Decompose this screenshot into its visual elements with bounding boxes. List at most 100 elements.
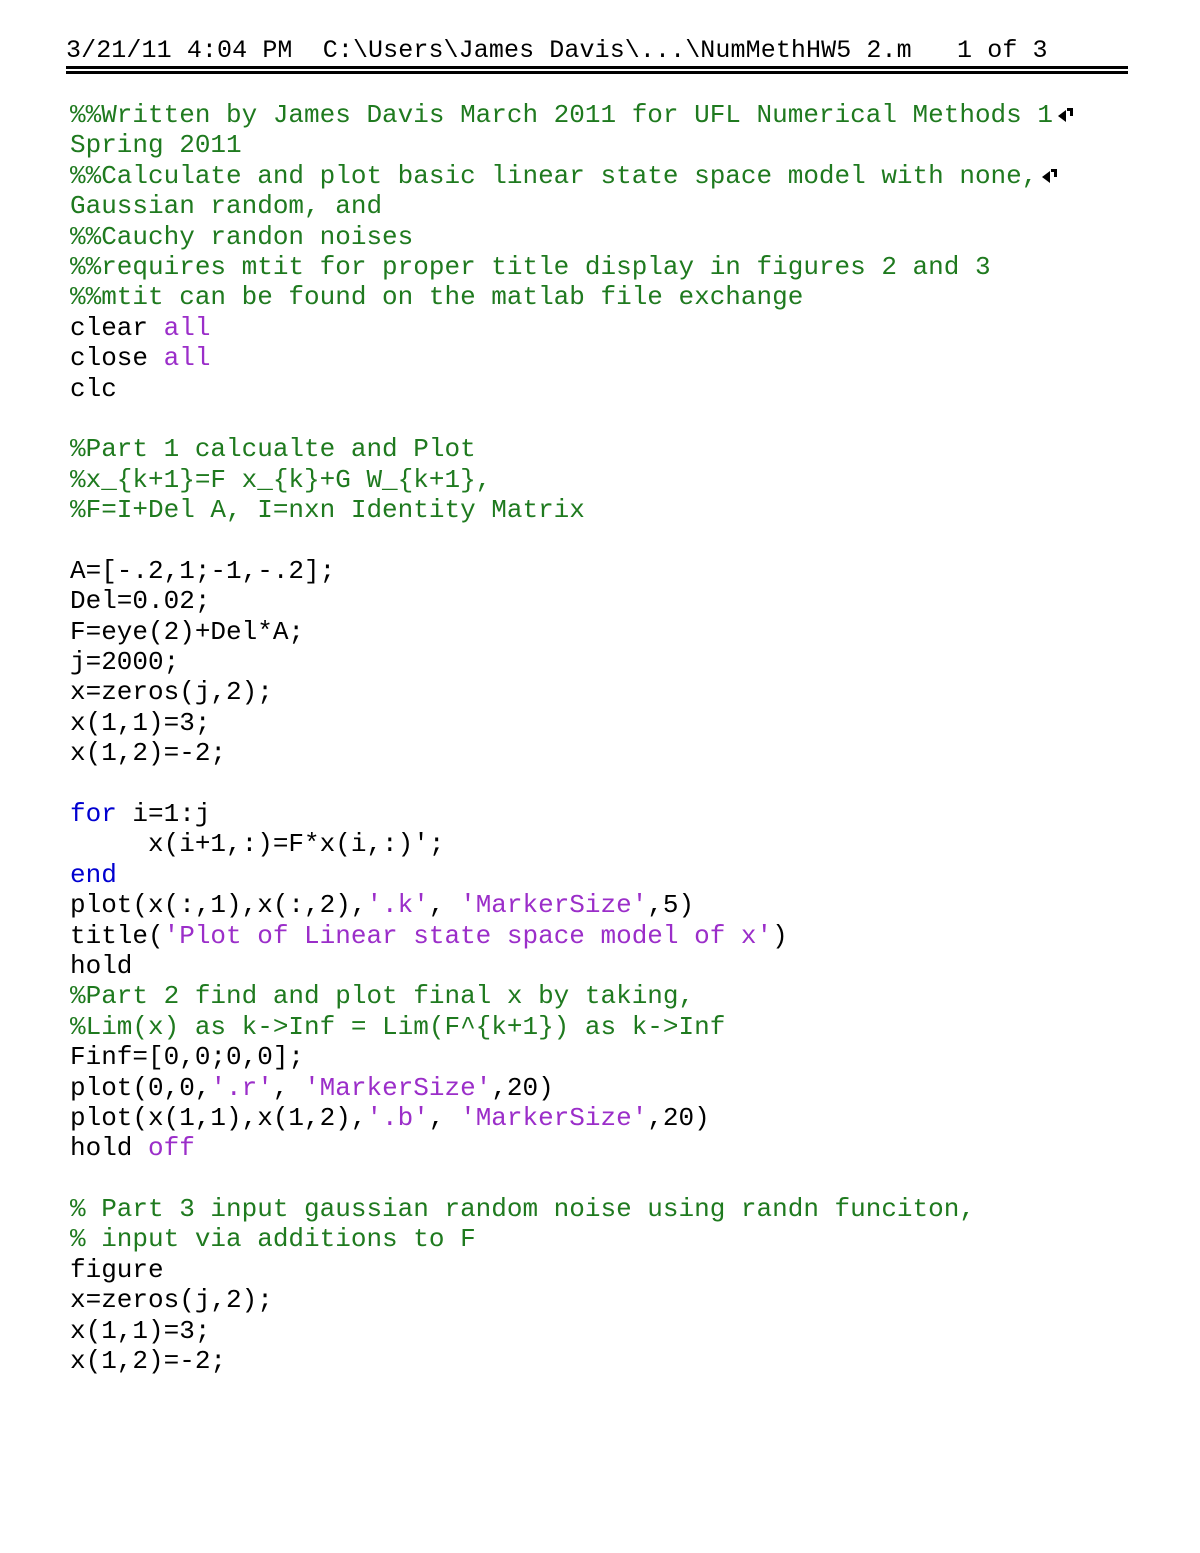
code-token-plain: , [428, 890, 461, 921]
code-token-comment: %%Calculate and plot basic linear state … [70, 160, 1038, 191]
header-divider-rule [66, 66, 1128, 74]
code-line: x=zeros(j,2); [70, 677, 1180, 707]
code-line: Del=0.02; [70, 586, 1180, 616]
code-line: end [70, 860, 1180, 890]
code-token-plain: ) [772, 920, 788, 951]
code-listing: %%Written by James Davis March 2011 for … [70, 100, 1180, 1376]
header-text: 3/21/11 4:04 PM C:\Users\James Davis\...… [66, 36, 1048, 65]
code-token-plain: Del=0.02; [70, 586, 211, 617]
code-token-plain: hold [70, 950, 133, 981]
code-line: x(1,1)=3; [70, 1316, 1180, 1346]
code-token-plain: j=2000; [70, 647, 180, 678]
code-line: figure [70, 1255, 1180, 1285]
code-token-plain: ,5) [647, 890, 695, 921]
code-token-plain: x(1,2)=-2; [70, 738, 227, 769]
code-token-plain: clc [70, 373, 117, 404]
code-token-comment: %x_{k+1}=F x_{k}+G W_{k+1}, [70, 464, 492, 495]
code-token-plain: figure [70, 1254, 164, 1285]
code-token-plain: x(i+1,:)=F*x(i,:)'; [70, 829, 445, 860]
code-token-string: 'Plot of Linear state space model of x' [163, 920, 773, 951]
code-token-plain: x(1,2)=-2; [70, 1346, 227, 1377]
code-token-plain: hold [70, 1133, 149, 1164]
code-token-comment: Gaussian random, and [70, 191, 383, 222]
code-token-keyword: for [70, 798, 117, 829]
code-token-comment: %%requires mtit for proper title display… [70, 251, 991, 282]
code-line: title('Plot of Linear state space model … [70, 921, 1180, 951]
code-line: plot(x(:,1),x(:,2),'.k', 'MarkerSize',5) [70, 890, 1180, 920]
code-line: j=2000; [70, 647, 1180, 677]
code-line: plot(0,0,'.r', 'MarkerSize',20) [70, 1073, 1180, 1103]
code-line: %%mtit can be found on the matlab file e… [70, 282, 1180, 312]
code-line: Gaussian random, and [70, 191, 1180, 221]
code-token-plain: ,20) [647, 1102, 710, 1133]
code-line: plot(x(1,1),x(1,2),'.b', 'MarkerSize',20… [70, 1103, 1180, 1133]
code-token-plain: , [272, 1072, 305, 1103]
code-line: % Part 3 input gaussian random noise usi… [70, 1194, 1180, 1224]
code-line: %Part 2 find and plot final x by taking, [70, 981, 1180, 1011]
code-token-comment: %%Written by James Davis March 2011 for … [70, 100, 1053, 130]
code-token-plain: title( [70, 920, 164, 951]
code-token-plain: , [428, 1102, 461, 1133]
printed-code-page: 3/21/11 4:04 PM C:\Users\James Davis\...… [0, 0, 1200, 1553]
code-line: clear all [70, 313, 1180, 343]
code-token-comment: %Part 2 find and plot final x by taking, [70, 981, 695, 1012]
code-line: %x_{k+1}=F x_{k}+G W_{k+1}, [70, 465, 1180, 495]
code-token-comment: %%Cauchy randon noises [70, 221, 414, 252]
code-token-plain: x=zeros(j,2); [70, 677, 273, 708]
code-token-string: off [148, 1133, 195, 1164]
code-token-comment: %Lim(x) as k->Inf = Lim(F^{k+1}) as k->I… [70, 1011, 726, 1042]
code-line: %%Cauchy randon noises [70, 222, 1180, 252]
code-token-comment: Spring 2011 [70, 130, 242, 161]
code-token-plain: clear [70, 312, 164, 343]
code-token-keyword: end [70, 859, 117, 890]
code-line: x(1,1)=3; [70, 708, 1180, 738]
code-token-string: 'MarkerSize' [460, 1102, 648, 1133]
code-line: %%Written by James Davis March 2011 for … [70, 100, 1180, 130]
code-token-plain: i=1:j [116, 798, 211, 829]
code-token-comment: %Part 1 calcualte and Plot [70, 434, 476, 465]
code-token-comment: % Part 3 input gaussian random noise usi… [70, 1194, 975, 1225]
code-token-plain: x(1,1)=3; [70, 707, 211, 738]
code-token-comment: % input via additions to F [70, 1224, 476, 1255]
code-token-plain: ,20) [491, 1072, 554, 1103]
code-token-plain: x=zeros(j,2); [70, 1285, 273, 1316]
page-header: 3/21/11 4:04 PM C:\Users\James Davis\...… [66, 36, 1128, 70]
code-line: Spring 2011 [70, 130, 1180, 160]
code-line: for i=1:j [70, 799, 1180, 829]
code-line: % input via additions to F [70, 1224, 1180, 1254]
line-wrap-marker-icon [1041, 168, 1058, 186]
code-line: x(1,2)=-2; [70, 738, 1180, 768]
code-line: x(1,2)=-2; [70, 1346, 1180, 1376]
code-line: hold off [70, 1133, 1180, 1163]
code-token-plain: plot(x(1,1),x(1,2), [70, 1102, 367, 1133]
code-token-plain: F=eye(2)+Del*A; [70, 616, 305, 647]
code-token-plain: A=[-.2,1;-1,-.2]; [70, 555, 336, 586]
code-token-plain: plot(x(:,1),x(:,2), [70, 890, 367, 921]
code-line: x(i+1,:)=F*x(i,:)'; [70, 829, 1180, 859]
code-token-comment: %F=I+Del A, I=nxn Identity Matrix [70, 495, 585, 526]
code-line: %Lim(x) as k->Inf = Lim(F^{k+1}) as k->I… [70, 1012, 1180, 1042]
code-line: %%requires mtit for proper title display… [70, 252, 1180, 282]
code-token-string: '.r' [210, 1072, 273, 1103]
code-line: %%Calculate and plot basic linear state … [70, 161, 1180, 191]
code-line: Finf=[0,0;0,0]; [70, 1042, 1180, 1072]
code-token-plain: x(1,1)=3; [70, 1315, 211, 1346]
code-token-plain: plot(0,0, [70, 1072, 211, 1103]
code-token-string: '.b' [366, 1102, 429, 1133]
code-line: close all [70, 343, 1180, 373]
code-token-plain: Finf=[0,0;0,0]; [70, 1042, 305, 1073]
code-token-string: 'MarkerSize' [460, 890, 648, 921]
line-wrap-marker-icon [1057, 107, 1074, 125]
code-token-string: '.k' [366, 890, 429, 921]
code-line: x=zeros(j,2); [70, 1285, 1180, 1315]
code-token-plain: close [70, 343, 164, 374]
code-token-string: all [163, 343, 211, 374]
code-line: clc [70, 374, 1180, 404]
code-line: hold [70, 951, 1180, 981]
code-line: A=[-.2,1;-1,-.2]; [70, 556, 1180, 586]
code-line: %Part 1 calcualte and Plot [70, 434, 1180, 464]
code-line: F=eye(2)+Del*A; [70, 617, 1180, 647]
